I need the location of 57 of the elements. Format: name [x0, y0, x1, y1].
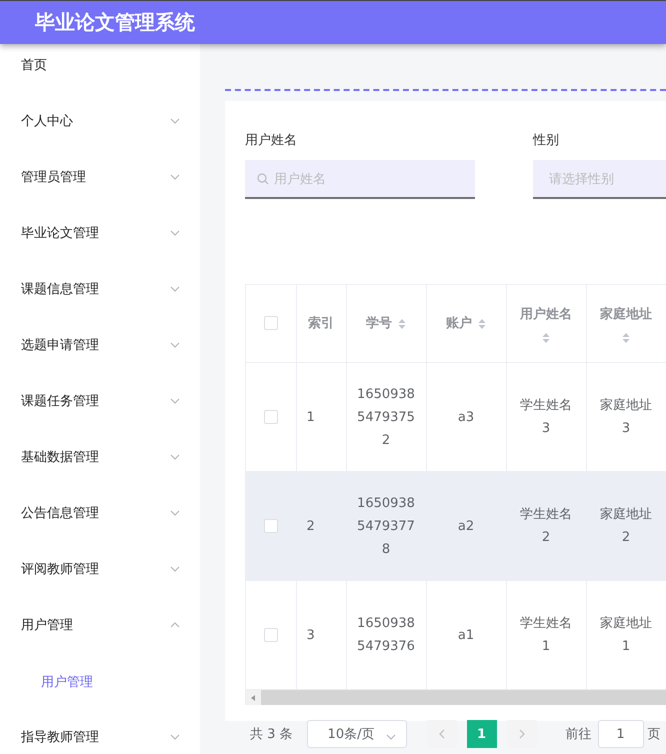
- column-header[interactable]: 家庭地址: [586, 285, 666, 362]
- sidebar-item[interactable]: 评阅教师管理: [0, 548, 200, 604]
- chevron-right-icon: [518, 729, 525, 739]
- column-header[interactable]: 账户: [426, 285, 506, 362]
- column-header[interactable]: 学号: [346, 285, 426, 362]
- table-cell: 学生姓名2: [506, 472, 586, 580]
- sidebar-item[interactable]: 选题申请管理: [0, 324, 200, 380]
- table-cell: 家庭地址2: [586, 472, 666, 580]
- sidebar-item[interactable]: 管理员管理: [0, 156, 200, 212]
- chevron-down-icon: [170, 398, 180, 404]
- sort-icon: [478, 318, 486, 330]
- chevron-down-icon: [386, 734, 396, 740]
- table-cell: 16509385479377 8: [346, 472, 426, 580]
- page-suffix: 页: [648, 726, 661, 743]
- goto-label: 前往: [566, 726, 592, 743]
- sort-icon: [398, 318, 406, 330]
- sort-icon: [542, 332, 550, 344]
- sidebar-subitem[interactable]: 用户管理: [0, 660, 200, 716]
- chevron-down-icon: [170, 118, 180, 124]
- chevron-down-icon: [170, 174, 180, 180]
- field-label: 性别: [533, 132, 560, 149]
- sidebar-item[interactable]: 指导教师管理: [0, 716, 200, 754]
- chevron-down-icon: [170, 454, 180, 460]
- sort-icon: [622, 332, 630, 344]
- sidebar-item[interactable]: 基础数据管理: [0, 436, 200, 492]
- field-label: 用户姓名: [245, 132, 298, 149]
- row-checkbox[interactable]: [264, 628, 278, 642]
- column-header[interactable]: 索引: [296, 285, 346, 362]
- page-size-select[interactable]: 10条/页: [306, 720, 407, 748]
- sidebar-item[interactable]: 个人中心: [0, 100, 200, 156]
- table-row[interactable]: 2 16509385479377 8 a2 学生姓名2 家庭地址2: [246, 472, 666, 580]
- table-cell: a2: [426, 472, 506, 580]
- chevron-down-icon: [170, 734, 180, 740]
- scroll-left-icon[interactable]: [251, 694, 256, 700]
- sidebar-item[interactable]: 毕业论文管理: [0, 212, 200, 268]
- chevron-down-icon: [170, 286, 180, 292]
- goto-page-input[interactable]: 1: [598, 720, 644, 748]
- row-checkbox[interactable]: [264, 518, 278, 533]
- search-icon: [257, 172, 269, 184]
- sidebar-item[interactable]: 用户管理: [0, 604, 200, 660]
- sidebar-item[interactable]: 课题任务管理: [0, 380, 200, 436]
- horizontal-scrollbar[interactable]: [246, 690, 666, 705]
- sidebar-item[interactable]: 课题信息管理: [0, 268, 200, 324]
- row-checkbox[interactable]: [264, 410, 278, 424]
- sidebar-item[interactable]: 公告信息管理: [0, 492, 200, 548]
- chevron-up-icon: [170, 622, 180, 628]
- total-count: 共 3 条: [250, 726, 293, 743]
- chevron-down-icon: [170, 510, 180, 516]
- chevron-left-icon: [438, 729, 445, 739]
- chevron-down-icon: [170, 342, 180, 348]
- chevron-down-icon: [170, 230, 180, 236]
- column-header[interactable]: 用户姓名: [506, 285, 586, 362]
- app-title: 毕业论文管理系统: [35, 9, 195, 36]
- chevron-down-icon: [170, 566, 180, 572]
- table-cell: 2: [296, 472, 346, 580]
- sidebar-item[interactable]: 首页: [0, 44, 200, 100]
- select-all-checkbox[interactable]: [264, 316, 278, 330]
